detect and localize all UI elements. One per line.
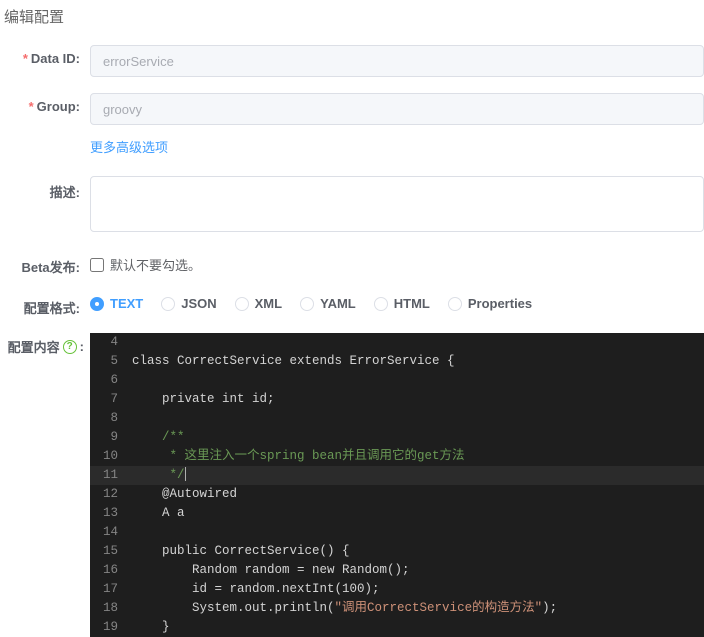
label-data-id: *Data ID: <box>0 45 90 66</box>
editor-line: 17 id = random.nextInt(100); <box>90 580 704 599</box>
code-text: public CorrectService() { <box>132 542 704 561</box>
row-data-id: *Data ID: <box>0 45 704 77</box>
radio-label: Properties <box>468 296 532 311</box>
format-radio-properties[interactable]: Properties <box>448 296 532 311</box>
code-text: * 这里注入一个spring bean并且调用它的get方法 <box>132 447 704 466</box>
code-editor[interactable]: 45class CorrectService extends ErrorServ… <box>90 333 704 637</box>
code-text: A a <box>132 504 704 523</box>
radio-label: JSON <box>181 296 216 311</box>
radio-circle-icon <box>90 297 104 311</box>
line-number: 16 <box>90 561 132 580</box>
line-number: 8 <box>90 409 132 428</box>
line-number: 18 <box>90 599 132 618</box>
editor-line: 14 <box>90 523 704 542</box>
more-options-link[interactable]: 更多高级选项 <box>90 135 168 156</box>
row-format: 配置格式: TEXT JSON XML YAML HTML Properties <box>0 292 704 317</box>
beta-hint: 默认不要勾选。 <box>110 255 201 274</box>
radio-label: TEXT <box>110 296 143 311</box>
row-group: *Group: <box>0 93 704 125</box>
page-title: 编辑配置 <box>0 0 704 45</box>
row-desc: 描述: <box>0 176 704 235</box>
format-radio-html[interactable]: HTML <box>374 296 430 311</box>
radio-circle-icon <box>300 297 314 311</box>
label-beta: Beta发布: <box>0 251 90 276</box>
radio-label: HTML <box>394 296 430 311</box>
editor-line: 16 Random random = new Random(); <box>90 561 704 580</box>
editor-line: 7 private int id; <box>90 390 704 409</box>
label-content: 配置内容 ? : <box>0 333 90 356</box>
line-number: 9 <box>90 428 132 447</box>
editor-line: 6 <box>90 371 704 390</box>
radio-circle-icon <box>235 297 249 311</box>
code-text <box>132 371 704 390</box>
editor-line: 13 A a <box>90 504 704 523</box>
data-id-input[interactable] <box>90 45 704 77</box>
desc-textarea[interactable] <box>90 176 704 232</box>
line-number: 19 <box>90 618 132 637</box>
label-group: *Group: <box>0 93 90 114</box>
label-format: 配置格式: <box>0 292 90 317</box>
editor-line: 15 public CorrectService() { <box>90 542 704 561</box>
format-radio-yaml[interactable]: YAML <box>300 296 356 311</box>
code-text: System.out.println("调用CorrectService的构造方… <box>132 599 704 618</box>
format-radio-xml[interactable]: XML <box>235 296 282 311</box>
code-text: } <box>132 618 704 637</box>
line-number: 12 <box>90 485 132 504</box>
row-more-options: 更多高级选项 <box>0 135 704 156</box>
line-number: 15 <box>90 542 132 561</box>
beta-checkbox[interactable] <box>90 258 104 272</box>
code-text: */ <box>132 466 704 485</box>
line-number: 13 <box>90 504 132 523</box>
radio-circle-icon <box>374 297 388 311</box>
radio-label: XML <box>255 296 282 311</box>
group-input[interactable] <box>90 93 704 125</box>
code-text <box>132 333 704 352</box>
code-text: private int id; <box>132 390 704 409</box>
line-number: 17 <box>90 580 132 599</box>
code-text: class CorrectService extends ErrorServic… <box>132 352 704 371</box>
line-number: 5 <box>90 352 132 371</box>
line-number: 6 <box>90 371 132 390</box>
radio-circle-icon <box>161 297 175 311</box>
code-text: /** <box>132 428 704 447</box>
row-content: 配置内容 ? : 45class CorrectService extends … <box>0 333 704 637</box>
line-number: 10 <box>90 447 132 466</box>
radio-circle-icon <box>448 297 462 311</box>
text-cursor <box>185 467 186 481</box>
format-radio-json[interactable]: JSON <box>161 296 216 311</box>
code-text: Random random = new Random(); <box>132 561 704 580</box>
code-text: id = random.nextInt(100); <box>132 580 704 599</box>
radio-label: YAML <box>320 296 356 311</box>
line-number: 4 <box>90 333 132 352</box>
editor-line: 5class CorrectService extends ErrorServi… <box>90 352 704 371</box>
label-desc: 描述: <box>0 176 90 201</box>
editor-line: 18 System.out.println("调用CorrectService的… <box>90 599 704 618</box>
editor-line: 10 * 这里注入一个spring bean并且调用它的get方法 <box>90 447 704 466</box>
editor-line: 11 */ <box>90 466 704 485</box>
editor-line: 9 /** <box>90 428 704 447</box>
code-text <box>132 523 704 542</box>
code-text <box>132 409 704 428</box>
row-beta: Beta发布: 默认不要勾选。 <box>0 251 704 276</box>
help-icon[interactable]: ? <box>63 340 77 354</box>
code-text: @Autowired <box>132 485 704 504</box>
editor-line: 19 } <box>90 618 704 637</box>
editor-line: 4 <box>90 333 704 352</box>
line-number: 14 <box>90 523 132 542</box>
line-number: 11 <box>90 466 132 485</box>
editor-line: 8 <box>90 409 704 428</box>
editor-line: 12 @Autowired <box>90 485 704 504</box>
format-radio-text[interactable]: TEXT <box>90 296 143 311</box>
line-number: 7 <box>90 390 132 409</box>
format-radio-group: TEXT JSON XML YAML HTML Properties <box>90 292 704 311</box>
